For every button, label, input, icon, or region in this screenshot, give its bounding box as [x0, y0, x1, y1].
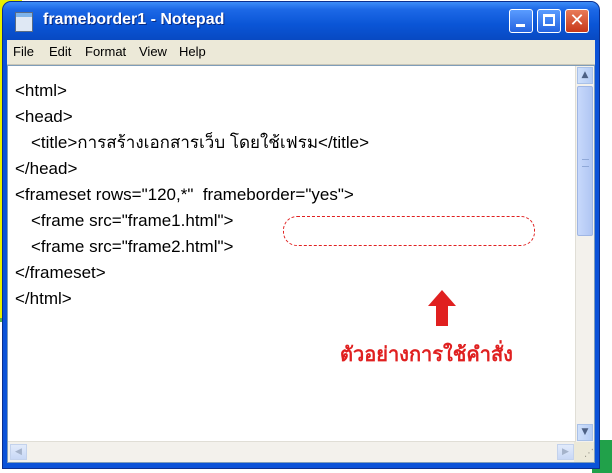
menu-file[interactable]: File [13, 44, 34, 59]
code-line: </html> [15, 289, 72, 308]
scroll-left-button[interactable]: ◀ [10, 444, 27, 460]
horizontal-scrollbar[interactable]: ◀ ▶ [8, 441, 576, 462]
scroll-down-button[interactable]: ▼ [577, 424, 593, 441]
notepad-icon[interactable] [15, 12, 33, 32]
code-line: </head> [15, 159, 78, 178]
menu-bar: File Edit Format View Help [7, 40, 595, 65]
window-title: frameborder1 - Notepad [43, 11, 225, 28]
code-line: </frameset> [15, 263, 106, 282]
menu-edit[interactable]: Edit [49, 44, 71, 59]
minimize-button[interactable] [509, 9, 533, 33]
highlight-outline [283, 216, 535, 246]
scroll-up-button[interactable]: ▲ [577, 67, 593, 84]
text-editor[interactable]: <html> <head> <title>การสร้างเอกสารเว็บ … [7, 65, 595, 463]
code-line: <head> [15, 107, 73, 126]
resize-grip-icon[interactable]: ⋰ [574, 442, 594, 462]
annotation-caption: ตัวอย่างการใช้คำสั่ง [340, 342, 513, 366]
scroll-right-button[interactable]: ▶ [557, 444, 574, 460]
code-text: <html> <head> <title>การสร้างเอกสารเว็บ … [15, 78, 369, 312]
close-icon: ✕ [569, 10, 585, 31]
title-bar[interactable]: frameborder1 - Notepad ✕ [3, 2, 599, 40]
menu-help[interactable]: Help [179, 44, 206, 59]
menu-view[interactable]: View [139, 44, 167, 59]
code-line: <frameset rows="120,*" frameborder="yes"… [15, 185, 354, 204]
scroll-thumb[interactable] [577, 86, 593, 236]
menu-format[interactable]: Format [85, 44, 126, 59]
minimize-icon [516, 24, 525, 27]
grip-icon [582, 159, 589, 167]
vertical-scrollbar[interactable]: ▲ ▼ [575, 66, 594, 442]
close-button[interactable]: ✕ [565, 9, 589, 33]
up-arrow-icon [428, 290, 456, 326]
maximize-button[interactable] [537, 9, 561, 33]
code-line: <title>การสร้างเอกสารเว็บ โดยใช้เฟรม</ti… [31, 133, 370, 152]
code-line: <html> [15, 81, 67, 100]
maximize-icon [543, 14, 555, 26]
